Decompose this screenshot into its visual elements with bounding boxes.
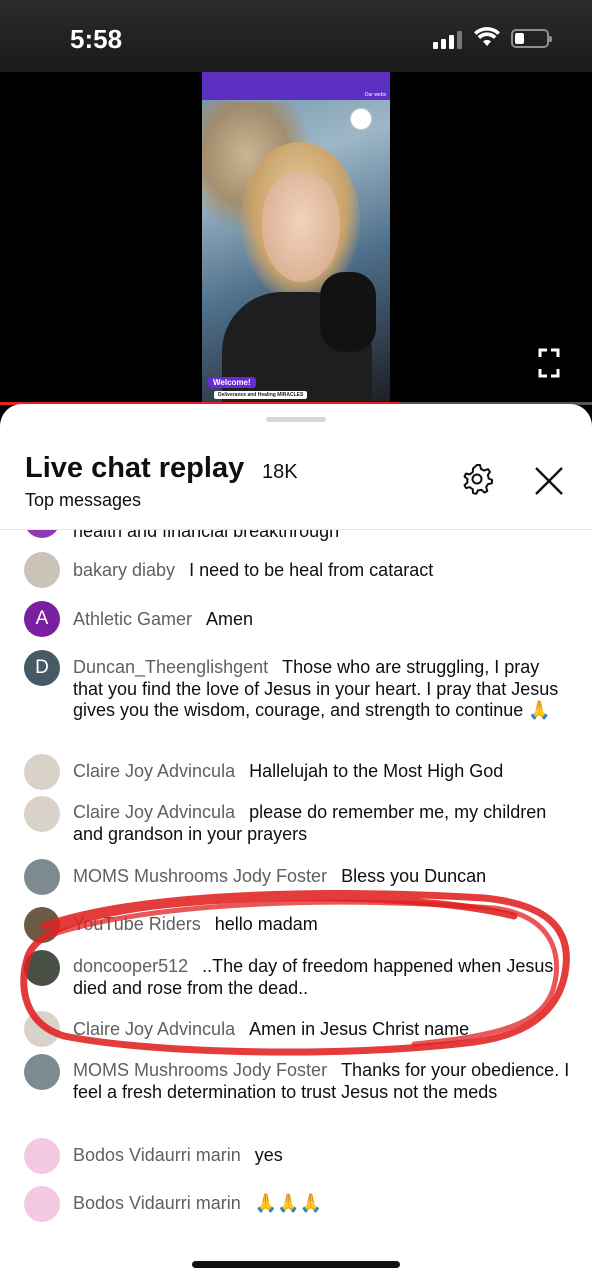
message-author[interactable]: bakary diaby [73, 560, 175, 580]
message-author[interactable]: Duncan_Theenglishgent [73, 657, 268, 677]
avatar [24, 1138, 60, 1174]
message-author[interactable]: Bodos Vidaurri marin [73, 1193, 241, 1213]
message-text: Bless you Duncan [341, 866, 487, 886]
presenter-face [262, 172, 340, 282]
message-author[interactable]: Claire Joy Advincula [73, 1019, 235, 1039]
message-body: Athletic Gamer Amen [73, 609, 573, 631]
avatar: A [24, 601, 60, 637]
message-author[interactable]: YouTube Riders [73, 914, 201, 934]
battery-icon [511, 29, 552, 48]
video-top-banner: Our webs [202, 72, 390, 100]
message-text: Amen in Jesus Christ name [249, 1019, 470, 1039]
message-text: yes [254, 1145, 283, 1165]
welcome-badge: Welcome! [208, 377, 256, 388]
avatar [24, 1186, 60, 1222]
message-body: Claire Joy Advincula Hallelujah to the Mo… [73, 761, 573, 783]
message-body: MOMS Mushrooms Jody Foster Thanks for you… [73, 1060, 573, 1103]
status-bar: 5:58 [0, 0, 592, 72]
message-body: bakary diaby I need to be heal from catar… [73, 560, 573, 582]
message-author[interactable]: Athletic Gamer [73, 609, 192, 629]
message-body: Claire Joy Advincula Amen in Jesus Christ… [73, 1019, 573, 1041]
message-text: Hallelujah to the Most High God [249, 761, 504, 781]
message-body: Duncan_Theenglishgent Those who are strug… [73, 657, 573, 722]
avatar [24, 859, 60, 895]
message-text: I need to be heal from cataract [189, 560, 434, 580]
message-body: Claire Joy Advincula please do remember m… [73, 802, 573, 845]
home-indicator[interactable] [192, 1261, 400, 1268]
message-body: MOMS Mushrooms Jody Foster Bless you Dunc… [73, 866, 573, 888]
previous-message-partial: health and financial breakthrough [73, 530, 340, 541]
drag-handle[interactable] [266, 417, 326, 422]
message-author[interactable]: Bodos Vidaurri marin [73, 1145, 241, 1165]
status-time: 5:58 [70, 24, 123, 54]
avatar [24, 1011, 60, 1047]
battery-level [515, 33, 524, 44]
avatar: D [24, 650, 60, 686]
message-author[interactable]: Claire Joy Advincula [73, 761, 235, 781]
avatar [24, 907, 60, 943]
message-text: Amen [206, 609, 254, 629]
message-author[interactable]: doncooper512 [73, 956, 188, 976]
avatar [24, 950, 60, 986]
wifi-icon [474, 26, 500, 46]
avatar [24, 552, 60, 588]
microphone [320, 272, 376, 352]
video-lower-third: Deliverance and Healing MIRACLES [214, 391, 308, 399]
avatar [24, 1054, 60, 1090]
chat-message-list[interactable]: health and financial breakthrough bakary… [0, 530, 592, 1222]
chat-title: Live chat replay [25, 452, 245, 484]
viewer-count: 18K [262, 461, 298, 483]
cellular-signal-icon [433, 31, 463, 49]
message-body: doncooper512 ..The day of freedom happene… [73, 956, 573, 999]
avatar [24, 796, 60, 832]
message-body: Bodos Vidaurri marin yes [73, 1145, 573, 1167]
channel-logo-icon [350, 108, 372, 130]
message-author[interactable]: MOMS Mushrooms Jody Foster [73, 1060, 327, 1080]
chat-mode-selector[interactable]: Top messages [25, 490, 141, 511]
close-icon[interactable] [530, 462, 568, 500]
message-text: 🙏🙏🙏 [254, 1193, 322, 1213]
chat-header: Live chat replay 18K Top messages [0, 432, 592, 530]
video-frame[interactable]: Our webs Welcome! Deliverance and Healin… [202, 72, 390, 404]
fullscreen-icon[interactable] [538, 348, 560, 378]
avatar [24, 754, 60, 790]
video-channel-text: Our webs [364, 92, 386, 98]
live-chat-panel: Live chat replay 18K Top messages health… [0, 404, 592, 1280]
message-author[interactable]: MOMS Mushrooms Jody Foster [73, 866, 327, 886]
video-player[interactable]: Our webs Welcome! Deliverance and Healin… [0, 72, 592, 405]
gear-icon[interactable] [458, 460, 496, 498]
message-body: Bodos Vidaurri marin 🙏🙏🙏 [73, 1193, 573, 1215]
message-body: YouTube Riders hello madam [73, 914, 573, 936]
message-text: hello madam [214, 914, 318, 934]
avatar [24, 530, 60, 538]
message-author[interactable]: Claire Joy Advincula [73, 802, 235, 822]
